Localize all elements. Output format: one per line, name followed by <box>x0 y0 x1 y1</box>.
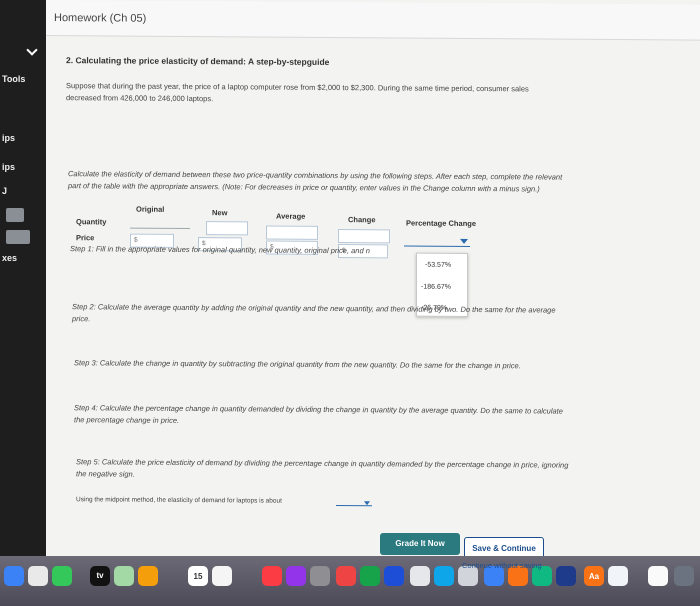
dropdown-arrow-icon[interactable] <box>364 501 370 506</box>
app-icon[interactable] <box>310 566 330 586</box>
sidebar-thumbnail-icon-2[interactable] <box>6 230 30 244</box>
keynote-app-icon[interactable] <box>384 566 404 586</box>
col-header-original: Original <box>136 204 165 214</box>
window-title: Homework (Ch 05) <box>54 12 147 25</box>
dropdown-option-2[interactable]: -186.67% <box>421 284 451 291</box>
font-book-app-icon[interactable]: Aa <box>584 566 604 586</box>
macos-dock: tv 15 Aa <box>0 556 700 606</box>
step-5-text-line1: Step 5: Calculate the price elasticity o… <box>76 457 569 470</box>
homework-page: Homework (Ch 05) 2. Calculating the pric… <box>26 0 700 560</box>
sidebar-thumbnail-icon[interactable] <box>6 208 24 222</box>
quantity-original-input[interactable] <box>130 227 190 230</box>
sidebar-item-taxes[interactable]: xes <box>2 253 17 263</box>
apple-tv-app-icon[interactable]: tv <box>90 566 110 586</box>
music-app-icon[interactable] <box>262 566 282 586</box>
aa-label: Aa <box>588 572 600 581</box>
dollar-sign: $ <box>134 236 138 244</box>
maps-app-icon[interactable] <box>114 566 134 586</box>
sidebar-item-3[interactable]: J <box>2 186 7 196</box>
step-3-text: Step 3: Calculate the change in quantity… <box>74 358 521 371</box>
row-label-quantity: Quantity <box>76 217 107 227</box>
step-4-text-line2: the percentage change in price. <box>74 415 180 425</box>
step-5-text-line2: the negative sign. <box>76 469 135 479</box>
apple-tv-label: tv <box>96 571 104 580</box>
calculator-app-icon[interactable] <box>648 566 668 586</box>
app-icon[interactable] <box>608 566 628 586</box>
step-2-text-line2: price. <box>72 314 91 324</box>
sidebar: Tools ips ips J xes <box>0 0 50 560</box>
app-icon[interactable] <box>556 566 576 586</box>
col-header-change: Change <box>348 215 376 225</box>
app-icon[interactable] <box>410 566 430 586</box>
facetime-app-icon[interactable] <box>52 566 72 586</box>
sidebar-item-tips-1[interactable]: ips <box>2 133 15 143</box>
quantity-average-input[interactable] <box>266 225 318 240</box>
col-header-percentage-change: Percentage Change <box>406 218 477 229</box>
podcasts-app-icon[interactable] <box>286 566 306 586</box>
question-title: 2. Calculating the price elasticity of d… <box>66 55 330 67</box>
step-2-text-line1: Step 2: Calculate the average quantity b… <box>72 302 556 315</box>
row-label-price: Price <box>76 233 95 243</box>
messages-app-icon[interactable] <box>4 566 24 586</box>
sidebar-item-tools[interactable]: Tools <box>2 74 25 84</box>
quantity-new-input[interactable] <box>206 221 248 236</box>
col-header-new: New <box>212 208 228 218</box>
grade-it-now-button[interactable]: Grade It Now <box>380 533 460 555</box>
trash-app-icon[interactable] <box>674 566 694 586</box>
calendar-day: 15 <box>193 572 203 581</box>
reminders-app-icon[interactable] <box>212 566 232 586</box>
calendar-app-icon[interactable]: 15 <box>188 566 208 586</box>
step-1-text: Step 1: Fill in the appropriate values f… <box>70 244 370 256</box>
news-app-icon[interactable] <box>336 566 356 586</box>
dropdown-option-1[interactable]: -53.57% <box>425 262 451 269</box>
col-header-average: Average <box>276 211 306 221</box>
quantity-change-input[interactable] <box>338 229 390 244</box>
instructions-line2: part of the table with the appropriate a… <box>68 181 540 194</box>
question-intro-line2: decreased from 426,000 to 246,000 laptop… <box>66 93 214 104</box>
photos-app-icon[interactable] <box>138 566 158 586</box>
dropdown-arrow-icon[interactable] <box>460 238 468 244</box>
app-icon[interactable] <box>28 566 48 586</box>
screen: Tools ips ips J xes Homework (Ch 05) 2. … <box>0 0 700 606</box>
numbers-app-icon[interactable] <box>360 566 380 586</box>
midpoint-question: Using the midpoint method, the elasticit… <box>76 496 282 505</box>
continue-without-saving-link[interactable]: Continue without saving <box>462 561 542 570</box>
sidebar-item-tips-2[interactable]: ips <box>2 162 15 172</box>
app-store-icon[interactable] <box>434 566 454 586</box>
window-titlebar: Homework (Ch 05) <box>46 0 700 41</box>
